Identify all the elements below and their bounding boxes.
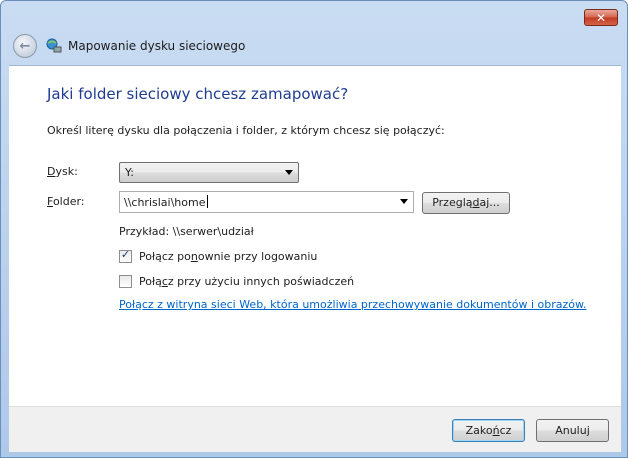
dialog-title: Mapowanie dysku sieciowego [68, 39, 246, 53]
instruction-text: Określ literę dysku dla połączenia i fol… [47, 124, 445, 137]
folder-label: Folder: [47, 195, 85, 208]
chevron-down-icon[interactable] [400, 199, 408, 204]
cancel-button[interactable]: Anuluj [536, 419, 609, 442]
other-credentials-label[interactable]: Połącz przy użyciu innych poświadczeń [139, 275, 354, 288]
other-credentials-checkbox[interactable] [119, 275, 132, 288]
folder-path-input[interactable]: \\chrislai\home [124, 195, 208, 209]
page-heading: Jaki folder sieciowy chcesz zamapować? [47, 85, 349, 103]
back-button[interactable]: ← [13, 34, 37, 58]
close-icon: ✕ [595, 10, 607, 25]
drive-label: Dysk: [47, 165, 78, 178]
chevron-down-icon [285, 170, 293, 175]
dialog-header: ← Mapowanie dysku sieciowego [9, 31, 621, 63]
network-drive-icon [46, 38, 62, 53]
text-caret [206, 195, 208, 208]
web-storage-link[interactable]: Połącz z witryna sieci Web, która umożli… [119, 298, 586, 311]
finish-button[interactable]: Zakończ [452, 419, 525, 442]
check-mark-icon: ✓ [120, 248, 131, 261]
reconnect-label[interactable]: Połącz ponownie przy logowaniu [139, 250, 317, 263]
reconnect-checkbox[interactable]: ✓ [119, 248, 132, 263]
drive-letter-dropdown[interactable]: Y: [119, 162, 299, 183]
browse-button[interactable]: Przeglądaj... [422, 192, 510, 214]
back-arrow-icon: ← [19, 38, 31, 54]
dialog-window: ✕ ← Mapowanie dysku sieciowego Jaki fold… [0, 0, 628, 458]
close-button[interactable]: ✕ [584, 9, 618, 26]
example-path-text: Przykład: \\serwer\udział [119, 225, 254, 238]
dialog-footer: Zakończ Anuluj [9, 406, 621, 452]
content-area: Jaki folder sieciowy chcesz zamapować? O… [9, 65, 621, 406]
folder-combobox[interactable]: \\chrislai\home [119, 191, 414, 213]
drive-letter-value: Y: [125, 166, 134, 179]
